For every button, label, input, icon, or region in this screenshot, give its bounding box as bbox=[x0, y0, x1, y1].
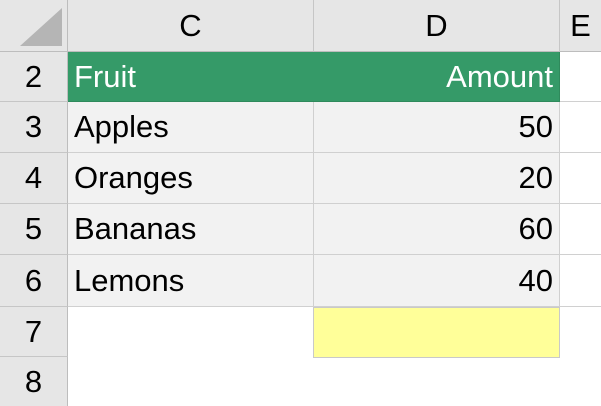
cell-d3[interactable]: 50 bbox=[314, 102, 560, 153]
cell-d7-highlighted[interactable] bbox=[313, 307, 560, 358]
row-header-5[interactable]: 5 bbox=[0, 204, 68, 255]
cell-e2[interactable] bbox=[560, 52, 601, 102]
cell-d5[interactable]: 60 bbox=[314, 204, 560, 255]
cell-e8[interactable] bbox=[560, 358, 601, 406]
cell-d2-amount-header[interactable]: Amount bbox=[314, 52, 560, 102]
row-header-3[interactable]: 3 bbox=[0, 102, 68, 153]
row-header-7[interactable]: 7 bbox=[0, 307, 68, 357]
cell-e3[interactable] bbox=[560, 102, 601, 153]
cell-c4[interactable]: Oranges bbox=[68, 153, 314, 204]
column-header-e[interactable]: E bbox=[560, 0, 601, 52]
cell-d8[interactable] bbox=[314, 358, 560, 406]
row-header-2[interactable]: 2 bbox=[0, 52, 68, 102]
cell-e7[interactable] bbox=[560, 307, 601, 357]
spreadsheet-grid: C D E 2 3 4 5 6 7 8 Fruit Amount Apples … bbox=[0, 0, 601, 406]
cell-c5[interactable]: Bananas bbox=[68, 204, 314, 255]
row-header-6[interactable]: 6 bbox=[0, 255, 68, 307]
cell-d4[interactable]: 20 bbox=[314, 153, 560, 204]
cell-e6[interactable] bbox=[560, 255, 601, 307]
row-header-8[interactable]: 8 bbox=[0, 357, 68, 406]
column-header-c[interactable]: C bbox=[68, 0, 314, 52]
cell-c6[interactable]: Lemons bbox=[68, 255, 314, 307]
cell-c3[interactable]: Apples bbox=[68, 102, 314, 153]
cell-d6[interactable]: 40 bbox=[314, 255, 560, 307]
row-header-4[interactable]: 4 bbox=[0, 153, 68, 204]
cell-c2-fruit-header[interactable]: Fruit bbox=[68, 52, 314, 102]
cell-c7[interactable] bbox=[68, 307, 314, 357]
cell-c8[interactable] bbox=[68, 358, 314, 406]
select-all-triangle-icon bbox=[20, 8, 62, 46]
cell-e4[interactable] bbox=[560, 153, 601, 204]
select-all-corner[interactable] bbox=[0, 0, 68, 52]
column-header-d[interactable]: D bbox=[314, 0, 560, 52]
cell-e5[interactable] bbox=[560, 204, 601, 255]
